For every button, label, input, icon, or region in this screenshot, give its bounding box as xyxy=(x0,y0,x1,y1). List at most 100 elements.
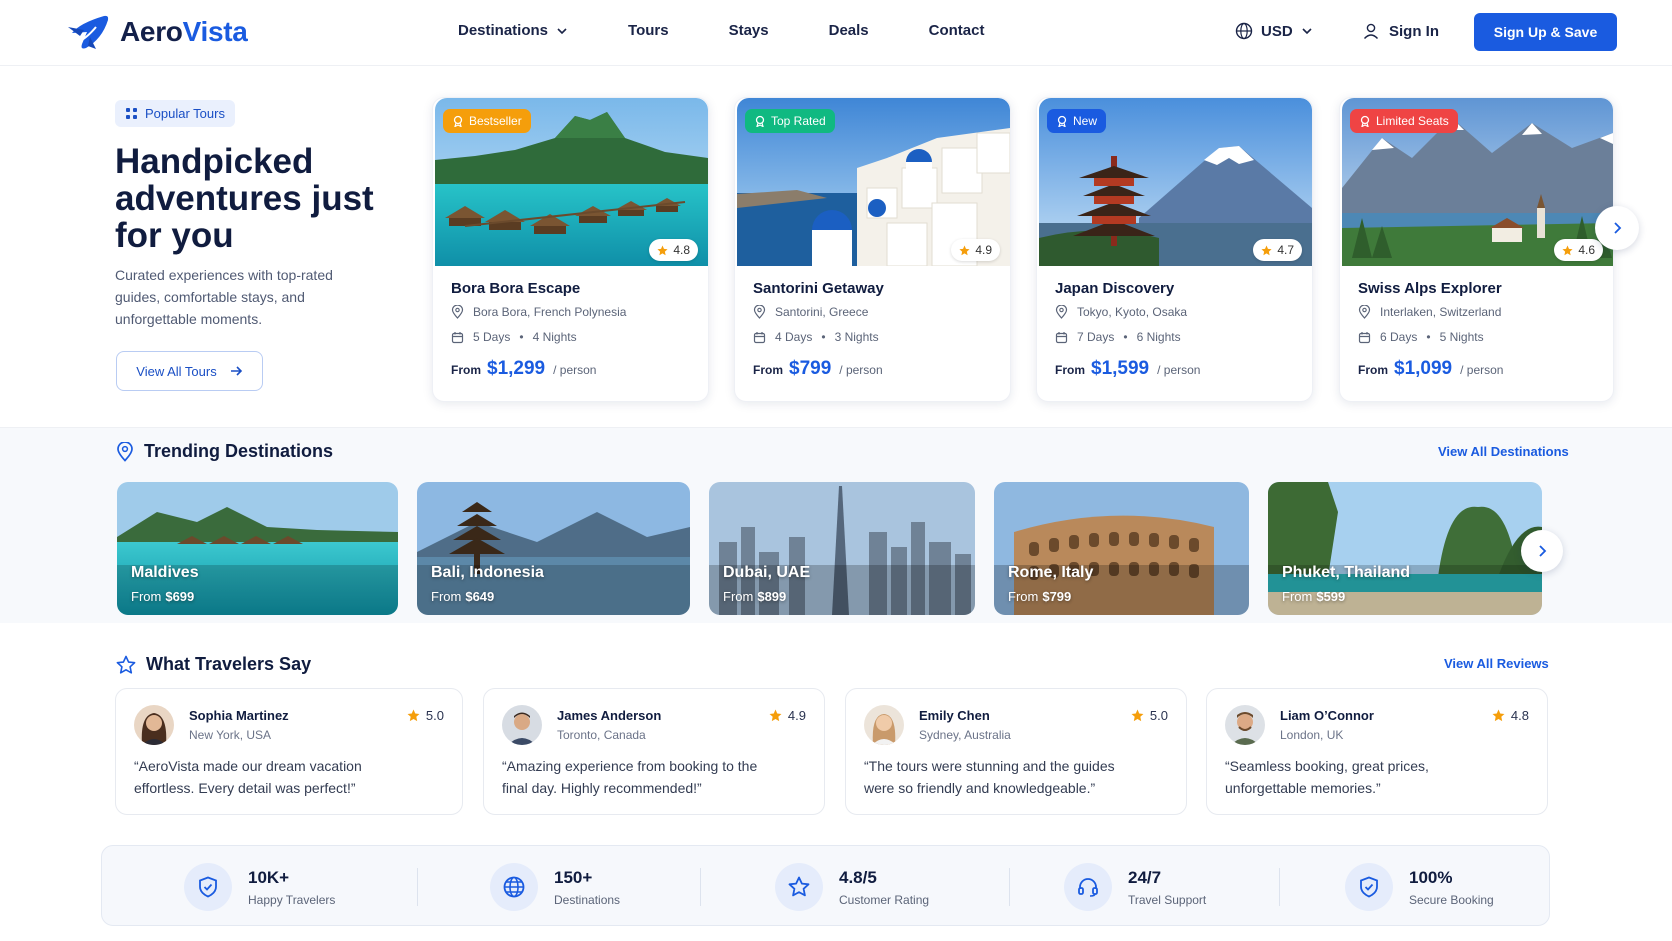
stat-divider xyxy=(417,868,418,906)
review-rating: 5.0 xyxy=(1131,708,1168,723)
reviewer-name: James Anderson xyxy=(557,708,662,723)
badge: Limited Seats xyxy=(1350,109,1458,133)
reviewer-name: Liam O’Connor xyxy=(1280,708,1374,723)
review-rating: 4.8 xyxy=(1492,708,1529,723)
award-icon xyxy=(1360,115,1370,127)
tour-card[interactable]: New 4.7 Japan Discovery Tokyo, Kyoto, Os… xyxy=(1036,97,1313,402)
review-card: Emily Chen Sydney, Australia 5.0 “The to… xyxy=(845,688,1187,815)
destination-name: Bali, Indonesia xyxy=(431,564,544,581)
main-nav: Destinations Tours Stays Deals Contact xyxy=(458,22,984,39)
nav-deals[interactable]: Deals xyxy=(829,22,869,39)
chevron-right-icon xyxy=(1614,222,1622,234)
rating-chip: 4.9 xyxy=(951,239,1000,261)
chevron-down-icon xyxy=(557,27,567,34)
reviews-title: What Travelers Say xyxy=(116,654,311,675)
review-rating: 4.9 xyxy=(769,708,806,723)
headset-icon xyxy=(1064,863,1112,911)
destination-price: From $599 xyxy=(1282,589,1346,604)
globe-icon xyxy=(1235,22,1253,40)
nav-contact[interactable]: Contact xyxy=(929,22,985,39)
star-icon xyxy=(1131,709,1144,722)
badge: Bestseller xyxy=(443,109,531,133)
tour-name: Bora Bora Escape xyxy=(451,280,581,297)
reviewer-name: Sophia Martinez xyxy=(189,708,289,723)
view-all-destinations-link[interactable]: View All Destinations xyxy=(1438,444,1569,459)
calendar-icon xyxy=(753,331,766,343)
award-icon xyxy=(453,115,463,127)
hero-subtitle: Curated experiences with top-rated guide… xyxy=(115,267,333,327)
tour-card[interactable]: Top Rated 4.9 Santorini Getaway Santorin… xyxy=(734,97,1011,402)
badge: Top Rated xyxy=(745,109,835,133)
nav-stays[interactable]: Stays xyxy=(729,22,769,39)
review-card: James Anderson Toronto, Canada 4.9 “Amaz… xyxy=(483,688,825,815)
tour-location: Interlaken, Switzerland xyxy=(1358,305,1501,319)
destination-card[interactable]: Maldives From $699 xyxy=(117,482,398,615)
currency-selector[interactable]: USD xyxy=(1235,22,1313,40)
review-rating: 5.0 xyxy=(407,708,444,723)
star-icon xyxy=(1261,244,1272,255)
map-pin-icon xyxy=(117,441,133,462)
stat-travel-support: 24/7 Travel Support xyxy=(1064,863,1206,911)
tour-duration: 4 Days • 3 Nights xyxy=(753,330,879,344)
sparkle-icon xyxy=(126,108,137,119)
destination-price: From $799 xyxy=(1008,589,1072,604)
destination-card[interactable]: Bali, Indonesia From $649 xyxy=(417,482,690,615)
star-outline-icon xyxy=(116,655,136,674)
brand-logo[interactable]: AeroVista xyxy=(66,13,248,51)
review-text: “Seamless booking, great prices, unforge… xyxy=(1225,758,1429,796)
arrow-right-icon xyxy=(230,366,242,376)
nav-tours[interactable]: Tours xyxy=(628,22,669,39)
rating-chip: 4.6 xyxy=(1554,239,1603,261)
user-icon xyxy=(1363,23,1379,39)
review-text: “AeroVista made our dream vacation effor… xyxy=(134,758,362,796)
avatar xyxy=(1225,705,1265,745)
avatar xyxy=(502,705,542,745)
destination-price: From $649 xyxy=(431,589,495,604)
reviewer-location: Sydney, Australia xyxy=(919,728,1011,742)
view-all-tours-button[interactable]: View All Tours xyxy=(116,351,263,391)
tours-next-button[interactable] xyxy=(1595,206,1639,250)
reviewer-location: Toronto, Canada xyxy=(557,728,646,742)
reviewer-location: London, UK xyxy=(1280,728,1344,742)
destination-card[interactable]: Rome, Italy From $799 xyxy=(994,482,1249,615)
shield-check-icon xyxy=(184,863,232,911)
stat-customer-rating: 4.8/5 Customer Rating xyxy=(775,863,929,911)
calendar-icon xyxy=(451,331,464,343)
destination-name: Rome, Italy xyxy=(1008,564,1094,581)
sign-up-button[interactable]: Sign Up & Save xyxy=(1474,13,1617,51)
nav-destinations[interactable]: Destinations xyxy=(458,22,568,39)
tour-name: Japan Discovery xyxy=(1055,280,1175,297)
destinations-next-button[interactable] xyxy=(1521,530,1563,572)
star-icon xyxy=(775,863,823,911)
map-pin-icon xyxy=(753,305,766,319)
chevron-right-icon xyxy=(1539,545,1547,557)
view-all-reviews-link[interactable]: View All Reviews xyxy=(1444,656,1549,671)
tour-duration: 6 Days • 5 Nights xyxy=(1358,330,1484,344)
stats-bar: 10K+ Happy Travelers 150+ Destinations 4.8… xyxy=(101,845,1550,926)
destination-card[interactable]: Dubai, UAE From $899 xyxy=(709,482,975,615)
stat-divider xyxy=(700,868,701,906)
tour-card[interactable]: Bestseller 4.8 Bora Bora Escape Bora Bor… xyxy=(432,97,709,402)
rating-chip: 4.7 xyxy=(1253,239,1302,261)
map-pin-icon xyxy=(1358,305,1371,319)
destination-price: From $699 xyxy=(131,589,195,604)
tour-price: From $1,099/ person xyxy=(1358,358,1504,379)
avatar xyxy=(134,705,174,745)
destination-card[interactable]: Phuket, Thailand From $599 xyxy=(1268,482,1542,615)
star-icon xyxy=(1492,709,1505,722)
tour-duration: 7 Days • 6 Nights xyxy=(1055,330,1181,344)
review-card: Liam O’Connor London, UK 4.8 “Seamless b… xyxy=(1206,688,1548,815)
rating-chip: 4.8 xyxy=(649,239,698,261)
reviewer-name: Emily Chen xyxy=(919,708,990,723)
stat-secure-booking: 100% Secure Booking xyxy=(1345,863,1494,911)
stat-divider xyxy=(1009,868,1010,906)
sign-in-link[interactable]: Sign In xyxy=(1362,22,1439,40)
star-icon xyxy=(1562,244,1573,255)
tour-card[interactable]: Limited Seats 4.6 Swiss Alps Explorer In… xyxy=(1339,97,1614,402)
award-icon xyxy=(755,115,765,127)
tour-name: Santorini Getaway xyxy=(753,280,884,297)
review-card: Sophia Martinez New York, USA 5.0 “AeroV… xyxy=(115,688,463,815)
award-icon xyxy=(1057,115,1067,127)
star-icon xyxy=(959,244,970,255)
stat-divider xyxy=(1279,868,1280,906)
